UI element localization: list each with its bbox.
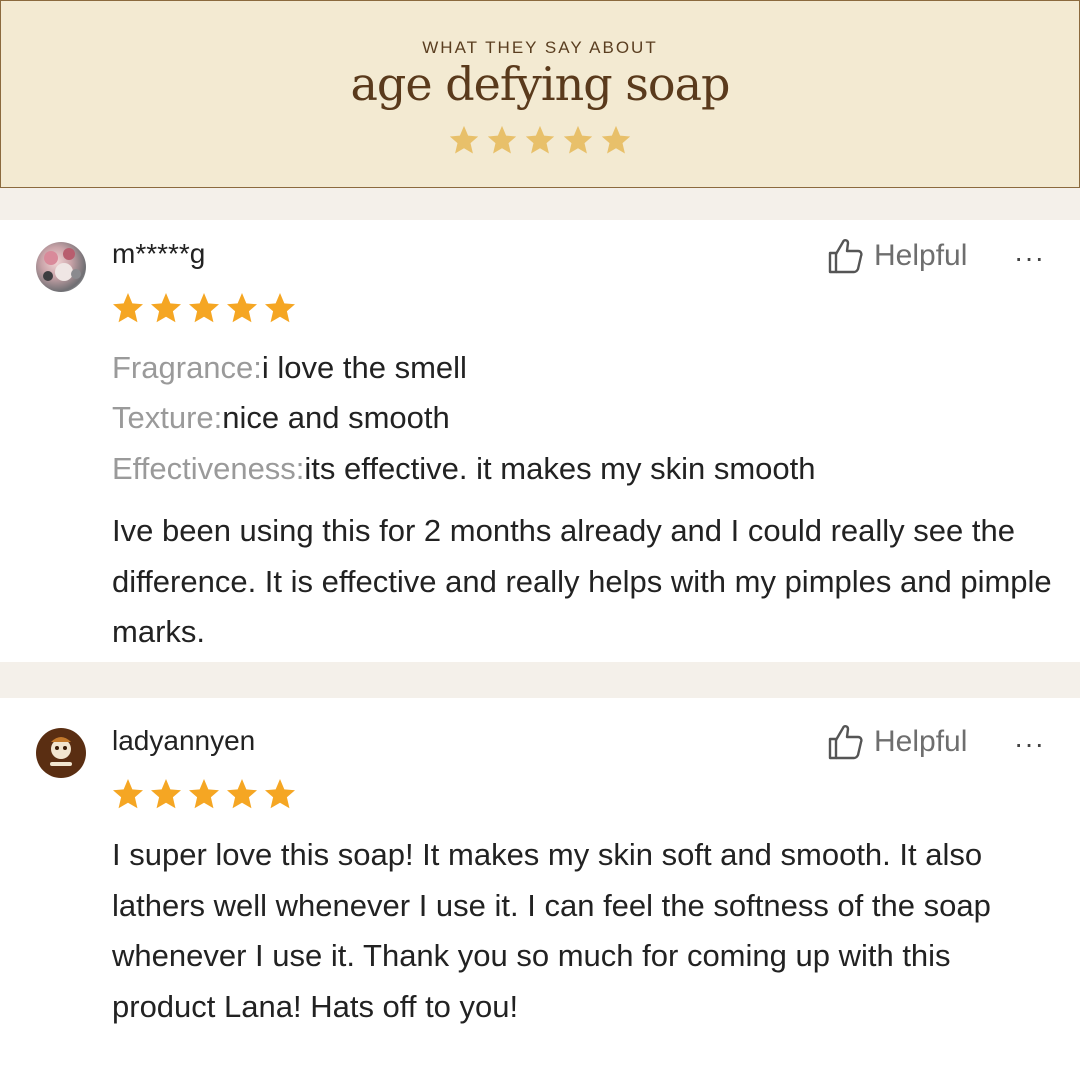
thumbs-up-icon — [828, 725, 863, 760]
attribute-effectiveness: Effectiveness:its effective. it makes my… — [112, 451, 816, 487]
section-divider — [0, 662, 1080, 698]
banner-rating-stars — [1, 123, 1079, 157]
star-icon — [227, 293, 257, 323]
avatar[interactable] — [36, 242, 86, 292]
star-icon — [151, 293, 181, 323]
thumbs-up-icon — [828, 239, 863, 274]
attribute-value: nice and smooth — [222, 400, 450, 435]
attribute-label: Effectiveness: — [112, 451, 305, 486]
star-icon — [227, 779, 257, 809]
review-card: m*****g Helpful ··· Fragrance:i love the… — [0, 220, 1080, 662]
star-icon — [601, 125, 631, 154]
attribute-fragrance: Fragrance:i love the smell — [112, 350, 467, 386]
attribute-label: Fragrance: — [112, 350, 262, 385]
attribute-texture: Texture:nice and smooth — [112, 400, 450, 436]
star-icon — [189, 293, 219, 323]
review-text: I super love this soap! It makes my skin… — [112, 837, 991, 1024]
review-card: ladyannyen Helpful ··· I super love this… — [0, 698, 1080, 1080]
star-icon — [113, 293, 143, 323]
more-options-button[interactable]: ··· — [1014, 242, 1045, 274]
star-icon — [265, 779, 295, 809]
more-options-button[interactable]: ··· — [1014, 728, 1045, 760]
star-icon — [265, 293, 295, 323]
helpful-button[interactable]: Helpful — [826, 722, 967, 762]
avatar-image-icon — [43, 248, 81, 281]
attribute-value: i love the smell — [261, 350, 467, 385]
star-icon — [151, 779, 181, 809]
avatar-image-icon — [37, 729, 85, 777]
star-icon — [113, 779, 143, 809]
star-icon — [525, 125, 555, 154]
banner-eyebrow: WHAT THEY SAY ABOUT — [422, 38, 658, 57]
attribute-label: Texture: — [112, 400, 223, 435]
product-reviews-banner: WHAT THEY SAY ABOUT age defying soap — [0, 0, 1080, 188]
star-icon — [189, 779, 219, 809]
avatar[interactable] — [36, 728, 86, 778]
review-rating-stars — [110, 776, 298, 812]
star-icon — [563, 125, 593, 154]
helpful-label: Helpful — [874, 239, 968, 272]
section-divider — [0, 188, 1080, 220]
review-rating-stars — [110, 290, 298, 326]
review-text: Ive been using this for 2 months already… — [112, 513, 1052, 649]
reviewer-name[interactable]: m*****g — [112, 238, 205, 270]
reviewer-name[interactable]: ladyannyen — [112, 725, 255, 757]
helpful-button[interactable]: Helpful — [826, 236, 967, 276]
star-icon — [449, 125, 479, 154]
attribute-value: its effective. it makes my skin smooth — [304, 451, 816, 486]
banner-title: age defying soap — [350, 57, 731, 111]
helpful-label: Helpful — [874, 725, 968, 758]
star-icon — [487, 125, 517, 154]
